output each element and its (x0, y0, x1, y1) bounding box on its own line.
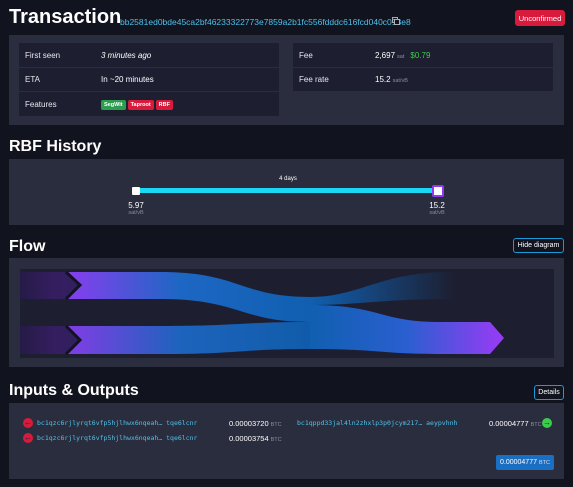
rbf-to-unit: sat/vB (429, 210, 445, 216)
input-address[interactable]: bc1qzc6rjlyrqt6vfp5hjlhwx6nqeah… tqe6lcn… (37, 434, 197, 442)
eta-label: ETA (25, 75, 40, 84)
rbf-node-current[interactable] (432, 185, 444, 197)
output-arrow-icon[interactable]: → (542, 418, 552, 428)
input-amount-value: 0.00003720 (229, 419, 269, 428)
first-seen-row: First seen 3 minutes ago (19, 43, 279, 67)
fee-value: 2,697 (375, 50, 396, 60)
rbf-title: RBF History (9, 138, 102, 155)
input-amount: 0.00003720 BTC (229, 419, 282, 428)
rbf-timeline-line (136, 188, 438, 193)
total-amount-value: 0.00004777 (500, 459, 537, 466)
output-amount: 0.00004777 BTC (489, 419, 542, 428)
copy-icon[interactable] (392, 17, 400, 25)
fee-rate-row: Fee rate 15.2 sat/vB (293, 68, 553, 91)
rbf-node-original[interactable] (132, 187, 140, 195)
fee-label: Fee (299, 50, 313, 60)
rbf-from-unit: sat/vB (128, 210, 144, 216)
output-amount-value: 0.00004777 (489, 419, 529, 428)
status-badge: Unconfirmed (515, 10, 565, 26)
fee-rate-value: 15.2 (375, 75, 391, 84)
rbf-duration: 4 days (279, 176, 297, 182)
io-title: Inputs & Outputs (9, 382, 139, 399)
output-address[interactable]: bc1qppd33jal4ln2zhxlp3p0jcym217… aeypvhn… (297, 419, 457, 427)
fee-row: Fee 2,697 sat $0.79 (293, 43, 553, 67)
fee-value-group: 2,697 sat $0.79 (375, 51, 430, 60)
eta-value: In ~20 minutes (101, 75, 154, 84)
input-amount: 0.00003754 BTC (229, 434, 282, 443)
flow-title: Flow (9, 238, 46, 255)
features-row: Features SegWit Taproot RBF (19, 92, 279, 116)
rbf-from-value: 5.97 (128, 201, 144, 210)
feature-tag-segwit[interactable]: SegWit (101, 100, 126, 110)
input-amount-unit: BTC (270, 422, 282, 428)
page-title: Transaction (9, 6, 122, 28)
input-amount-value: 0.00003754 (229, 434, 269, 443)
feature-tag-rbf[interactable]: RBF (155, 100, 173, 110)
summary-panel: First seen 3 minutes ago ETA In ~20 minu… (9, 35, 564, 125)
flow-diagram[interactable] (20, 269, 554, 358)
features-label: Features (25, 99, 57, 109)
first-seen-label: First seen (25, 50, 61, 60)
input-arrow-icon[interactable]: ← (23, 418, 33, 428)
features-tags: SegWit Taproot RBF (101, 99, 175, 110)
fee-unit: sat (397, 53, 405, 60)
total-amount-button[interactable]: 0.00004777 BTC (496, 455, 554, 470)
fee-usd: $0.79 (410, 50, 431, 60)
details-button[interactable]: Details (534, 385, 564, 400)
input-amount-unit: BTC (270, 437, 282, 443)
fee-rate-group: 15.2 sat/vB (375, 75, 408, 84)
fee-rate-unit: sat/vB (392, 78, 408, 84)
input-arrow-icon[interactable]: ← (23, 433, 33, 443)
txid-link[interactable]: bb2581ed0bde45ca2bf46233322773e7859a2b1f… (120, 17, 411, 27)
output-amount-unit: BTC (530, 422, 542, 428)
eta-row: ETA In ~20 minutes (19, 68, 279, 91)
first-seen-value: 3 minutes ago (101, 50, 152, 60)
rbf-to-value: 15.2 (429, 201, 445, 210)
feature-tag-taproot[interactable]: Taproot (127, 100, 154, 110)
hide-diagram-button[interactable]: Hide diagram (513, 238, 564, 253)
fee-rate-label: Fee rate (299, 75, 329, 84)
input-address[interactable]: bc1qzc6rjlyrqt6vfp5hjlhwx6nqeah… tqe6lcn… (37, 419, 197, 427)
total-amount-unit: BTC (538, 459, 550, 466)
